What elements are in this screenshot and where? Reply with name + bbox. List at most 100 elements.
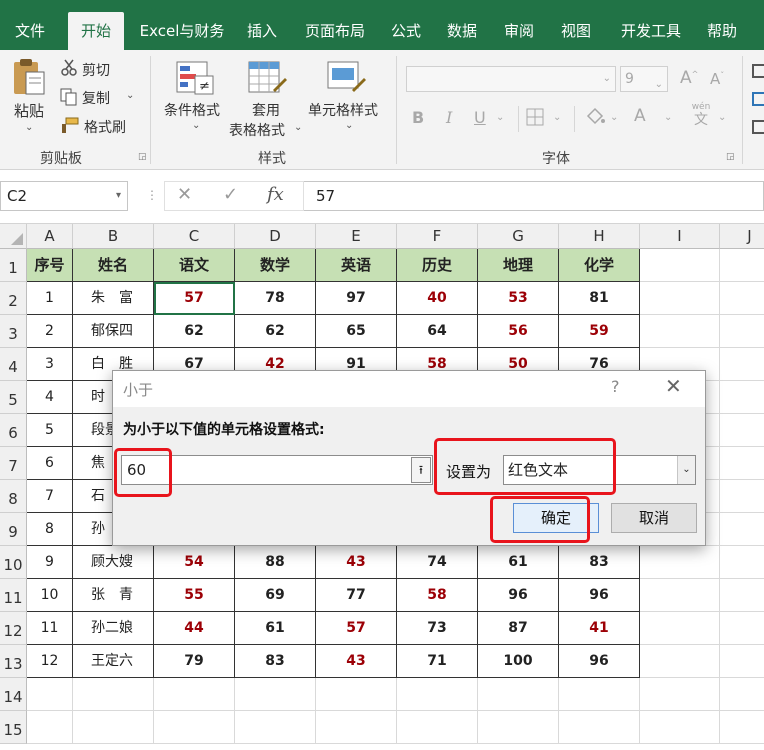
underline-button[interactable]: U [474, 108, 486, 127]
collapse-dialog-icon[interactable]: ⭱ [411, 457, 431, 483]
table-header-cell[interactable]: 序号 [27, 249, 73, 282]
table-cell[interactable]: 96 [478, 579, 559, 612]
row-header[interactable]: 14 [0, 678, 27, 711]
table-cell[interactable]: 88 [235, 546, 316, 579]
table-cell[interactable]: 97 [316, 282, 397, 315]
tab-excel-finance[interactable]: Excel与财务 [130, 12, 234, 50]
table-cell[interactable]: 61 [478, 546, 559, 579]
table-cell[interactable]: 65 [316, 315, 397, 348]
increase-font-button[interactable]: A^ [680, 68, 698, 88]
table-cell[interactable]: 43 [316, 546, 397, 579]
table-header-cell[interactable]: 地理 [478, 249, 559, 282]
table-cell[interactable]: 83 [235, 645, 316, 678]
table-cell[interactable]: 100 [478, 645, 559, 678]
table-cell[interactable]: 96 [559, 579, 640, 612]
table-cell[interactable]: 王定六 [73, 645, 154, 678]
table-cell[interactable]: 61 [235, 612, 316, 645]
table-cell[interactable]: 2 [27, 315, 73, 348]
row-header[interactable]: 13 [0, 645, 27, 678]
table-cell[interactable]: 8 [27, 513, 73, 546]
table-cell[interactable]: 64 [397, 315, 478, 348]
table-cell[interactable]: 55 [154, 579, 235, 612]
table-cell[interactable]: 12 [27, 645, 73, 678]
empty-cell[interactable] [640, 579, 720, 612]
italic-button[interactable]: I [446, 108, 452, 127]
borders-icon[interactable] [526, 108, 544, 126]
bold-button[interactable]: B [412, 108, 424, 127]
row-header[interactable]: 8 [0, 480, 27, 513]
phonetic-guide-button[interactable]: wén 文 [688, 102, 714, 130]
table-cell[interactable]: 40 [397, 282, 478, 315]
dialog-launcher-icon[interactable]: ◲ [726, 152, 735, 162]
empty-cell[interactable] [640, 645, 720, 678]
empty-cell[interactable] [720, 612, 764, 645]
empty-cell[interactable] [73, 678, 154, 711]
wrap-icon[interactable] [752, 92, 764, 106]
table-cell[interactable]: 1 [27, 282, 73, 315]
table-cell[interactable]: 57 [316, 612, 397, 645]
row-header[interactable]: 4 [0, 348, 27, 381]
table-cell[interactable]: 6 [27, 447, 73, 480]
empty-cell[interactable] [27, 711, 73, 744]
merge-icon[interactable] [752, 120, 764, 134]
column-header[interactable]: A [27, 224, 73, 249]
empty-cell[interactable] [397, 678, 478, 711]
tab-formulas[interactable]: 公式 [382, 12, 430, 50]
column-header[interactable]: G [478, 224, 559, 249]
empty-cell[interactable] [640, 282, 720, 315]
table-cell[interactable]: 57 [154, 282, 235, 315]
font-size-dropdown[interactable]: 9 ⌄ [620, 66, 668, 92]
empty-cell[interactable] [235, 711, 316, 744]
table-cell[interactable]: 59 [559, 315, 640, 348]
table-cell[interactable]: 74 [397, 546, 478, 579]
table-cell[interactable]: 孙二娘 [73, 612, 154, 645]
empty-cell[interactable] [640, 315, 720, 348]
table-cell[interactable]: 郁保四 [73, 315, 154, 348]
empty-cell[interactable] [640, 612, 720, 645]
row-header[interactable]: 11 [0, 579, 27, 612]
cancel-button[interactable]: 取消 [611, 503, 697, 533]
table-cell[interactable]: 10 [27, 579, 73, 612]
empty-cell[interactable] [478, 678, 559, 711]
table-cell[interactable]: 9 [27, 546, 73, 579]
empty-cell[interactable] [316, 678, 397, 711]
table-cell[interactable]: 4 [27, 381, 73, 414]
row-header[interactable]: 9 [0, 513, 27, 546]
column-header[interactable]: D [235, 224, 316, 249]
empty-cell[interactable] [640, 711, 720, 744]
dialog-launcher-icon[interactable]: ◲ [138, 152, 147, 162]
empty-cell[interactable] [73, 711, 154, 744]
table-header-cell[interactable]: 化学 [559, 249, 640, 282]
column-header[interactable]: B [73, 224, 154, 249]
empty-cell[interactable] [720, 348, 764, 381]
empty-cell[interactable] [720, 546, 764, 579]
column-header[interactable]: I [640, 224, 720, 249]
empty-cell[interactable] [640, 546, 720, 579]
row-header[interactable]: 15 [0, 711, 27, 744]
column-header[interactable]: F [397, 224, 478, 249]
help-button[interactable]: ? [611, 377, 620, 396]
row-header[interactable]: 10 [0, 546, 27, 579]
empty-cell[interactable] [720, 414, 764, 447]
tab-page-layout[interactable]: 页面布局 [296, 12, 374, 50]
table-cell[interactable]: 58 [397, 579, 478, 612]
empty-cell[interactable] [235, 678, 316, 711]
table-cell[interactable]: 62 [235, 315, 316, 348]
tab-view[interactable]: 视图 [552, 12, 600, 50]
table-cell[interactable]: 62 [154, 315, 235, 348]
font-name-dropdown[interactable]: ⌄ [406, 66, 616, 92]
font-color-button[interactable]: A [634, 106, 646, 126]
empty-cell[interactable] [316, 711, 397, 744]
table-cell[interactable]: 96 [559, 645, 640, 678]
row-header[interactable]: 2 [0, 282, 27, 315]
column-header[interactable]: J [720, 224, 764, 249]
empty-cell[interactable] [640, 249, 720, 282]
table-cell[interactable]: 5 [27, 414, 73, 447]
row-header[interactable]: 5 [0, 381, 27, 414]
formula-input[interactable]: 57 [304, 181, 764, 211]
empty-cell[interactable] [720, 678, 764, 711]
table-cell[interactable]: 77 [316, 579, 397, 612]
table-header-cell[interactable]: 英语 [316, 249, 397, 282]
table-cell[interactable]: 3 [27, 348, 73, 381]
table-header-cell[interactable]: 姓名 [73, 249, 154, 282]
